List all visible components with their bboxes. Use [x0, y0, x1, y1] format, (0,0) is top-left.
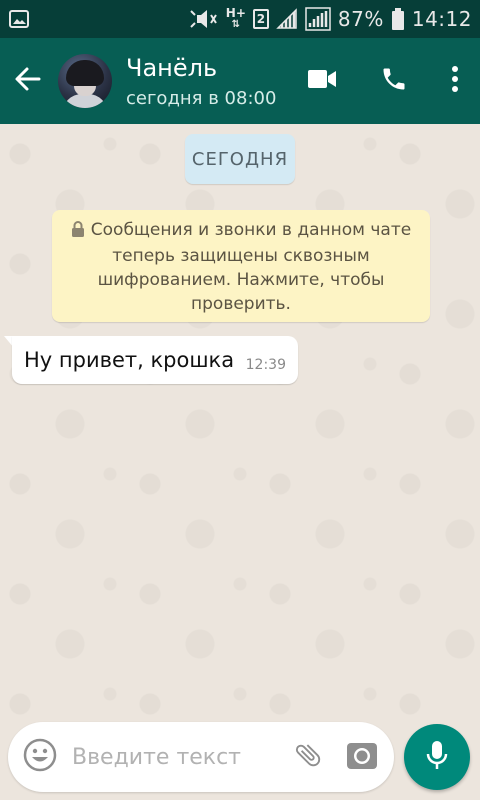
overflow-menu-button[interactable] — [430, 38, 480, 124]
signal-icon — [276, 8, 298, 30]
signal-icon — [305, 7, 331, 31]
avatar[interactable] — [58, 54, 112, 108]
attach-icon — [293, 740, 323, 774]
voice-call-button[interactable] — [358, 38, 430, 124]
clock: 14:12 — [411, 7, 472, 31]
voice-record-button[interactable] — [404, 724, 470, 790]
date-divider: СЕГОДНЯ — [185, 134, 295, 184]
more-vert-icon — [451, 65, 459, 97]
camera-icon — [345, 739, 379, 775]
mute-icon — [189, 8, 219, 30]
chat-area[interactable]: СЕГОДНЯ Сообщения и звонки в данном чате… — [0, 124, 480, 720]
sim-indicator: 2 — [252, 9, 269, 29]
message-text: Ну привет, крошка — [24, 348, 235, 372]
encryption-notice[interactable]: Сообщения и звонки в данном чате теперь … — [52, 210, 430, 322]
camera-button[interactable] — [340, 735, 384, 779]
back-button[interactable] — [0, 38, 56, 124]
status-bar: H+ ⇅ 2 87% 14:12 — [0, 0, 480, 38]
encryption-notice-text: Сообщения и звонки в данном чате теперь … — [90, 220, 412, 314]
battery-level: 87% — [337, 7, 384, 31]
emoji-icon — [23, 738, 57, 776]
message-bubble[interactable]: Ну привет, крошка 12:39 — [12, 336, 298, 384]
last-seen-status: сегодня в 08:00 — [126, 87, 277, 109]
chat-header: Чанёль сегодня в 08:00 — [0, 38, 480, 124]
attach-button[interactable] — [286, 735, 330, 779]
emoji-button[interactable] — [18, 735, 62, 779]
battery-icon — [391, 7, 405, 31]
lock-icon — [71, 220, 85, 244]
message-time: 12:39 — [245, 357, 286, 373]
video-call-icon — [307, 68, 337, 94]
network-type: H+ ⇅ — [225, 6, 246, 30]
image-icon — [8, 8, 30, 30]
video-call-button[interactable] — [286, 38, 358, 124]
mic-icon — [425, 739, 449, 775]
contact-info[interactable]: Чанёль сегодня в 08:00 — [126, 54, 276, 109]
contact-name: Чанёль — [126, 53, 218, 82]
message-composer — [8, 722, 394, 792]
message-input[interactable] — [72, 744, 286, 770]
phone-icon — [380, 65, 408, 97]
back-arrow-icon — [13, 64, 43, 98]
